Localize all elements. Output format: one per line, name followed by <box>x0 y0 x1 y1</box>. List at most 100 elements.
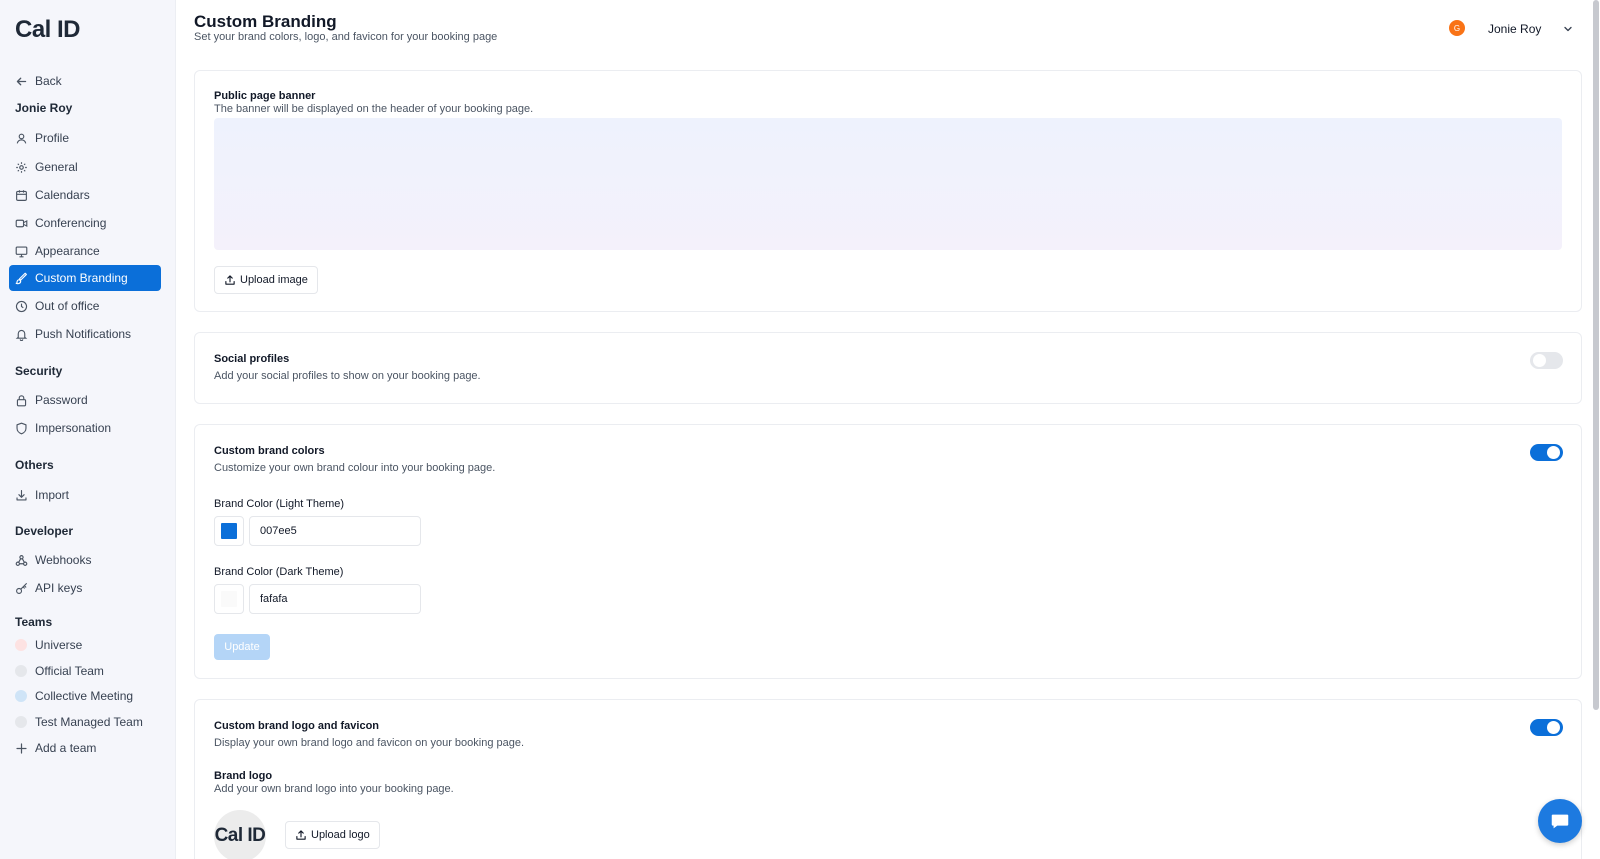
upload-icon <box>296 830 306 840</box>
brand-logo-description: Add your own brand logo into your bookin… <box>214 783 454 795</box>
sidebar-item-label: Official Team <box>35 664 104 678</box>
brand-logo-card: Custom brand logo and favicon Display yo… <box>194 699 1582 859</box>
dark-theme-color-label: Brand Color (Dark Theme) <box>214 566 344 578</box>
calendar-icon <box>15 189 28 202</box>
sidebar-item-label: Password <box>35 393 88 407</box>
video-icon <box>15 217 28 230</box>
social-profiles-toggle[interactable] <box>1530 352 1563 369</box>
chat-support-button[interactable] <box>1538 799 1582 843</box>
sidebar-item-label: Custom Branding <box>35 271 128 285</box>
sidebar-item-team-test-managed[interactable]: Test Managed Team <box>9 709 161 735</box>
sidebar-item-impersonation[interactable]: Impersonation <box>9 415 161 441</box>
sidebar-item-label: Conferencing <box>35 216 107 230</box>
sidebar-user-name: Jonie Roy <box>15 101 73 115</box>
sidebar-heading-teams: Teams <box>15 615 53 629</box>
sidebar-item-conferencing[interactable]: Conferencing <box>9 210 161 236</box>
upload-image-button[interactable]: Upload image <box>214 266 318 294</box>
sidebar-item-password[interactable]: Password <box>9 387 161 413</box>
banner-card: Public page banner The banner will be di… <box>194 70 1582 312</box>
brand-colors-title: Custom brand colors <box>214 445 325 457</box>
light-theme-color-picker[interactable] <box>214 516 244 546</box>
brand-colors-card: Custom brand colors Customize your own b… <box>194 424 1582 679</box>
dark-theme-color-input[interactable] <box>249 584 421 614</box>
sidebar-item-team-universe[interactable]: Universe <box>9 632 161 658</box>
social-profiles-title: Social profiles <box>214 353 290 365</box>
brush-icon <box>15 272 28 285</box>
app-logo[interactable]: Cal ID <box>15 16 81 44</box>
back-label: Back <box>35 74 62 88</box>
page-subtitle: Set your brand colors, logo, and favicon… <box>194 31 498 43</box>
brand-logo-card-title: Custom brand logo and favicon <box>214 720 380 732</box>
team-avatar <box>15 716 27 728</box>
lock-icon <box>15 394 28 407</box>
light-theme-color-label: Brand Color (Light Theme) <box>214 498 345 510</box>
social-profiles-description: Add your social profiles to show on your… <box>214 370 481 382</box>
sidebar-item-import[interactable]: Import <box>9 482 161 508</box>
sidebar-item-webhooks[interactable]: Webhooks <box>9 547 161 573</box>
banner-title: Public page banner <box>214 90 316 102</box>
gear-icon <box>15 161 28 174</box>
sidebar-item-label: General <box>35 160 78 174</box>
update-button[interactable]: Update <box>214 634 270 660</box>
page-scrollbar[interactable] <box>1593 0 1599 710</box>
brand-colors-toggle[interactable] <box>1530 444 1563 461</box>
sidebar-item-calendars[interactable]: Calendars <box>9 182 161 208</box>
sidebar-heading-security: Security <box>15 364 63 378</box>
sidebar-item-general[interactable]: General <box>9 154 161 180</box>
team-avatar <box>15 665 27 677</box>
arrow-left-icon <box>15 75 28 88</box>
sidebar: Cal ID Back Jonie Roy Profile General Ca… <box>0 0 176 859</box>
sidebar-item-label: Test Managed Team <box>35 715 143 729</box>
sidebar-item-custom-branding[interactable]: Custom Branding <box>9 265 161 291</box>
upload-logo-label: Upload logo <box>311 829 370 841</box>
sidebar-item-profile[interactable]: Profile <box>9 125 161 151</box>
banner-preview <box>214 118 1562 250</box>
add-team-label: Add a team <box>35 741 97 755</box>
monitor-icon <box>15 245 28 258</box>
sidebar-item-team-collective[interactable]: Collective Meeting <box>9 683 161 709</box>
sidebar-item-label: Collective Meeting <box>35 689 134 703</box>
sidebar-item-label: Impersonation <box>35 421 112 435</box>
sidebar-item-push-notifications[interactable]: Push Notifications <box>9 321 161 347</box>
sidebar-item-label: Profile <box>35 131 70 145</box>
sidebar-item-label: Out of office <box>35 299 100 313</box>
sidebar-item-label: Calendars <box>35 188 90 202</box>
bell-icon <box>15 328 28 341</box>
sidebar-item-label: Appearance <box>35 244 100 258</box>
banner-description: The banner will be displayed on the head… <box>214 103 534 115</box>
back-button[interactable]: Back <box>9 68 161 94</box>
brand-logo-title: Brand logo <box>214 770 273 782</box>
avatar[interactable]: G <box>1449 20 1465 36</box>
team-avatar <box>15 690 27 702</box>
upload-icon <box>225 275 235 285</box>
dark-theme-swatch <box>221 591 237 607</box>
upload-image-label: Upload image <box>240 274 308 286</box>
key-icon <box>15 582 28 595</box>
webhook-icon <box>15 554 28 567</box>
sidebar-item-api-keys[interactable]: API keys <box>9 575 161 601</box>
sidebar-item-label: Push Notifications <box>35 327 132 341</box>
sidebar-item-label: Import <box>35 488 70 502</box>
dark-theme-color-picker[interactable] <box>214 584 244 614</box>
sidebar-item-appearance[interactable]: Appearance <box>9 238 161 264</box>
add-team-button[interactable]: Add a team <box>9 735 161 761</box>
download-icon <box>15 489 28 502</box>
upload-logo-button[interactable]: Upload logo <box>285 821 380 849</box>
shield-icon <box>15 422 28 435</box>
user-icon <box>15 132 28 145</box>
chevron-down-icon[interactable] <box>1562 22 1574 34</box>
light-theme-swatch <box>221 523 237 539</box>
user-menu-name[interactable]: Jonie Roy <box>1488 22 1541 36</box>
sidebar-heading-others: Others <box>15 458 54 472</box>
clock-icon <box>15 300 28 313</box>
sidebar-item-label: Universe <box>35 638 83 652</box>
sidebar-item-label: API keys <box>35 581 83 595</box>
brand-logo-toggle[interactable] <box>1530 719 1563 736</box>
sidebar-item-team-official[interactable]: Official Team <box>9 658 161 684</box>
team-avatar <box>15 639 27 651</box>
page-title: Custom Branding <box>194 12 337 31</box>
brand-colors-description: Customize your own brand colour into you… <box>214 462 496 474</box>
sidebar-item-out-of-office[interactable]: Out of office <box>9 293 161 319</box>
light-theme-color-input[interactable] <box>249 516 421 546</box>
social-profiles-card: Social profiles Add your social profiles… <box>194 332 1582 404</box>
